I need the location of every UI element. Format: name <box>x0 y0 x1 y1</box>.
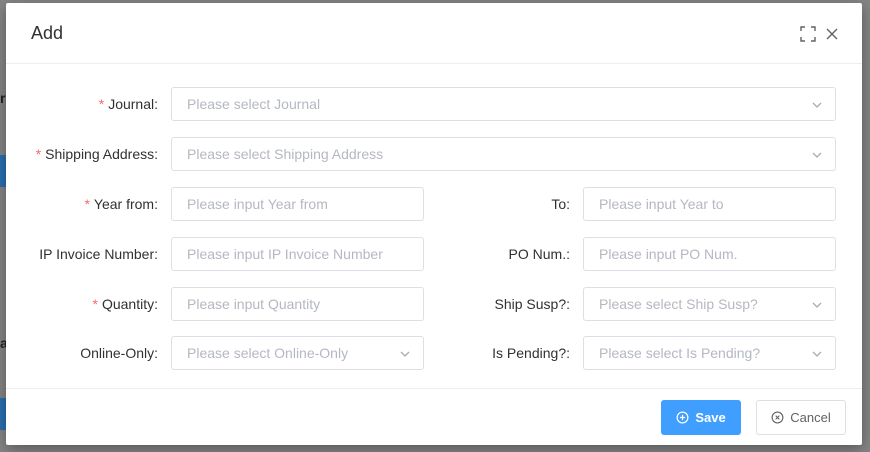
add-dialog: Add *Journal: *Shipping Address: *Year f… <box>6 3 862 445</box>
chevron-down-icon <box>812 102 822 108</box>
shipping-address-select-input[interactable] <box>172 138 835 170</box>
online-only-label: Online-Only: <box>80 345 158 361</box>
ship-susp-select-input[interactable] <box>584 288 835 320</box>
required-mark: * <box>35 146 42 162</box>
ip-invoice-number-field[interactable] <box>171 237 424 271</box>
journal-label-text: Journal: <box>108 96 158 112</box>
shipping-address-label: * Shipping Address: <box>6 137 158 171</box>
ship-susp-select[interactable] <box>583 287 836 321</box>
is-pending-select[interactable] <box>583 336 836 370</box>
close-button[interactable] <box>823 25 841 43</box>
year-to-input[interactable] <box>584 188 835 220</box>
form-row-journal: * Journal: <box>6 87 862 121</box>
journal-select[interactable] <box>171 87 836 121</box>
year-from-label-text: Year from: <box>93 196 158 212</box>
required-mark: * <box>92 296 98 312</box>
close-circle-icon <box>771 411 784 424</box>
po-num-label: PO Num.: <box>508 246 570 262</box>
form-row-quantity: *Quantity: Ship Susp?: <box>6 287 862 321</box>
fullscreen-icon <box>800 26 816 42</box>
form-row-invoice: IP Invoice Number: PO Num.: <box>6 237 862 271</box>
form-row-online: Online-Only: Is Pending?: <box>6 336 862 370</box>
year-from-field[interactable] <box>171 187 424 221</box>
po-num-field[interactable] <box>583 237 836 271</box>
ship-susp-label: Ship Susp?: <box>494 296 571 312</box>
year-from-input[interactable] <box>172 188 423 220</box>
quantity-label: * Quantity: <box>6 287 158 321</box>
year-from-label: * Year from: <box>6 187 158 221</box>
is-pending-select-input[interactable] <box>584 337 835 369</box>
background-text: r <box>0 90 6 106</box>
chevron-down-icon <box>812 351 822 357</box>
po-num-input[interactable] <box>584 238 835 270</box>
ip-invoice-number-input[interactable] <box>172 238 423 270</box>
chevron-down-icon <box>812 302 822 308</box>
online-only-select[interactable] <box>171 336 424 370</box>
chevron-down-icon <box>400 351 410 357</box>
year-to-label: To: <box>551 196 570 212</box>
dialog-title: Add <box>31 23 64 43</box>
journal-select-input[interactable] <box>172 88 835 120</box>
quantity-label-text: Quantity: <box>101 296 158 312</box>
quantity-field[interactable] <box>171 287 424 321</box>
journal-label: * Journal: <box>6 87 158 121</box>
required-mark: * <box>84 196 90 212</box>
close-icon <box>826 28 838 40</box>
dialog-footer: Save Cancel <box>6 388 862 445</box>
cancel-button[interactable]: Cancel <box>756 400 846 435</box>
plus-circle-icon <box>676 411 689 424</box>
save-button-label: Save <box>695 410 726 425</box>
shipping-address-select[interactable] <box>171 137 836 171</box>
required-mark: * <box>98 96 105 112</box>
year-to-field[interactable] <box>583 187 836 221</box>
online-only-select-input[interactable] <box>172 337 423 369</box>
chevron-down-icon <box>812 152 822 158</box>
fullscreen-button[interactable] <box>799 25 817 43</box>
form-row-year: *Year from: To: <box>6 187 862 221</box>
shipping-address-label-text: Shipping Address: <box>45 146 158 162</box>
save-button[interactable]: Save <box>661 400 741 435</box>
form-row-shipping-address: * Shipping Address: <box>6 137 862 171</box>
dialog-header: Add <box>6 3 862 64</box>
is-pending-label: Is Pending?: <box>492 345 570 361</box>
cancel-button-label: Cancel <box>790 410 831 425</box>
ip-invoice-number-label: IP Invoice Number: <box>39 246 158 262</box>
quantity-input[interactable] <box>172 288 423 320</box>
